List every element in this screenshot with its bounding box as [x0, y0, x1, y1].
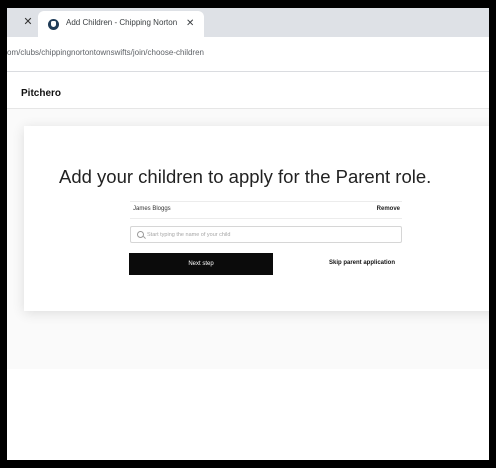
search-icon: [137, 231, 144, 238]
pitchero-favicon-icon: [48, 19, 59, 30]
child-list-item: James Bloggs Remove: [130, 201, 402, 219]
tab-close-icon[interactable]: ✕: [186, 18, 194, 29]
page-title: Add your children to apply for the Paren…: [59, 166, 432, 187]
choose-children-card: Add your children to apply for the Paren…: [24, 126, 489, 311]
browser-window: ✕ Add Children - Chipping Norton ✕ om/cl…: [7, 8, 489, 460]
site-logo[interactable]: Pitchero: [21, 88, 61, 99]
child-name: James Bloggs: [133, 206, 171, 212]
skip-parent-application-link[interactable]: Skip parent application: [329, 260, 395, 266]
url-text[interactable]: om/clubs/chippingnortontownswifts/join/c…: [7, 48, 204, 57]
browser-tab-active[interactable]: Add Children - Chipping Norton ✕: [38, 11, 204, 37]
tab-title: Add Children - Chipping Norton: [66, 18, 178, 27]
address-bar[interactable]: om/clubs/chippingnortontownswifts/join/c…: [7, 37, 489, 72]
tab-bar: ✕ Add Children - Chipping Norton ✕: [7, 8, 489, 37]
child-search-box[interactable]: [130, 226, 402, 243]
child-search-input[interactable]: [147, 229, 387, 240]
remove-child-button[interactable]: Remove: [377, 206, 400, 212]
next-step-button[interactable]: Next step: [129, 253, 273, 275]
close-icon[interactable]: ✕: [22, 16, 34, 28]
site-header: Pitchero: [7, 80, 489, 109]
